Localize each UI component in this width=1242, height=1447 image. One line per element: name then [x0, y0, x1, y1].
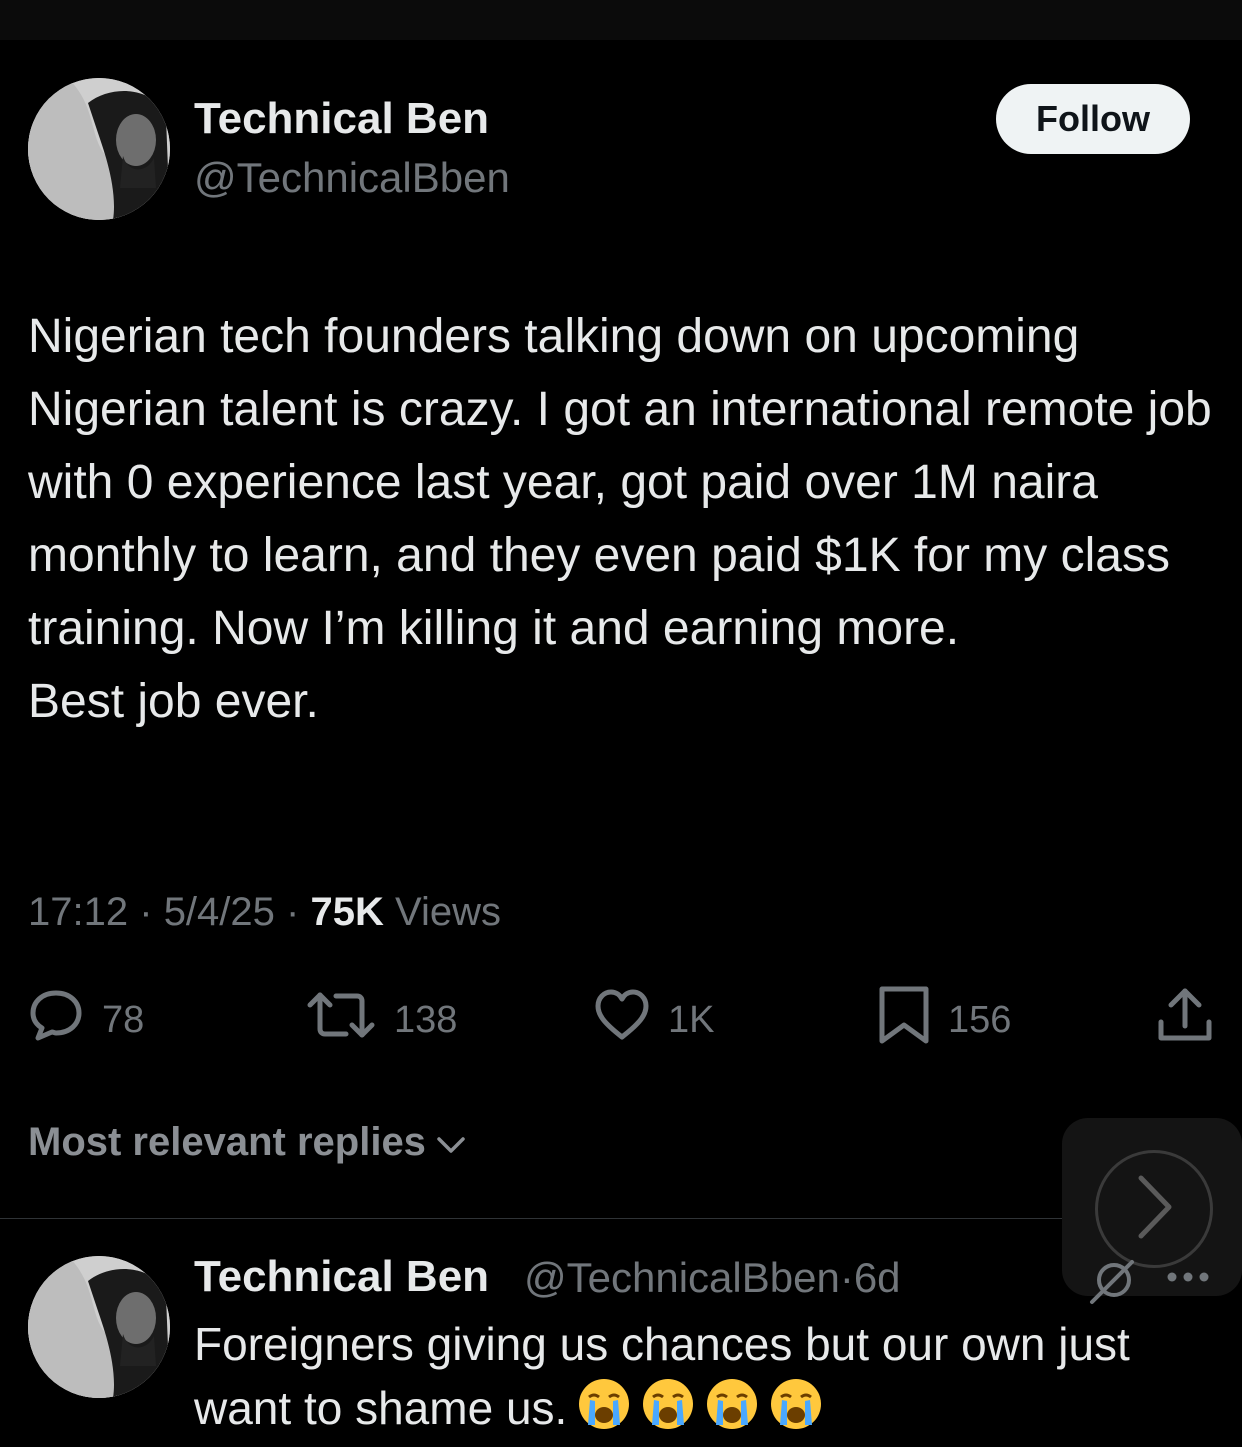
loudly-crying-face-icon [769, 1377, 823, 1447]
reply-author-handle[interactable]: @TechnicalBben [524, 1254, 840, 1301]
replies-sort-label: Most relevant replies [28, 1120, 426, 1164]
heart-icon [594, 987, 668, 1053]
author-name[interactable]: Technical Ben [194, 94, 489, 144]
chevron-right-icon [1129, 1172, 1179, 1247]
reply-text: Foreigners giving us chances but our own… [194, 1312, 1224, 1447]
follow-button[interactable]: Follow [996, 84, 1190, 154]
meta-separator: · [286, 890, 300, 934]
repost-action[interactable]: 138 [306, 990, 457, 1050]
emoji-group [567, 1378, 823, 1434]
loudly-crying-face-icon [577, 1377, 631, 1447]
like-count: 1K [668, 998, 715, 1041]
chevron-down-icon [436, 1120, 466, 1165]
repost-icon [306, 987, 394, 1053]
top-bar [0, 0, 1242, 40]
loudly-crying-face-icon [705, 1377, 759, 1447]
next-button[interactable] [1095, 1150, 1213, 1268]
reply-action[interactable]: 78 [28, 990, 144, 1050]
reply-author-name[interactable]: Technical Ben [194, 1252, 489, 1302]
repost-count: 138 [394, 998, 458, 1041]
reply-separator: · [839, 1254, 854, 1301]
replies-sort-dropdown[interactable]: Most relevant replies [28, 1120, 466, 1165]
bookmark-icon [878, 985, 948, 1055]
reply-count: 78 [102, 998, 145, 1041]
reply-age[interactable]: 6d [854, 1254, 901, 1301]
share-icon [1156, 986, 1232, 1054]
views-count: 75K [310, 890, 384, 934]
share-action[interactable] [1156, 988, 1232, 1050]
bookmark-action[interactable]: 156 [878, 986, 1012, 1050]
divider [0, 1218, 1242, 1219]
reply-icon [28, 987, 102, 1053]
tweet-meta: 17:12 · 5/4/25 · 75K Views [28, 890, 501, 935]
more-icon[interactable] [1166, 1270, 1210, 1289]
reply-avatar[interactable] [28, 1256, 170, 1398]
grok-icon[interactable] [1088, 1256, 1138, 1311]
views-label: Views [395, 890, 501, 934]
tweet-text-paragraph: Nigerian tech founders talking down on u… [28, 310, 1212, 655]
meta-separator: · [139, 890, 153, 934]
tweet-date[interactable]: 5/4/25 [164, 890, 275, 934]
tweet-time[interactable]: 17:12 [28, 890, 128, 934]
tweet-text-paragraph: Best job ever. [28, 675, 319, 728]
author-handle[interactable]: @TechnicalBben [194, 154, 510, 202]
bookmark-count: 156 [948, 998, 1012, 1041]
loudly-crying-face-icon [641, 1377, 695, 1447]
reply-author-meta: @TechnicalBben·6d [524, 1254, 901, 1302]
like-action[interactable]: 1K [594, 987, 715, 1053]
tweet-text: Nigerian tech founders talking down on u… [28, 300, 1223, 738]
avatar[interactable] [28, 78, 170, 220]
